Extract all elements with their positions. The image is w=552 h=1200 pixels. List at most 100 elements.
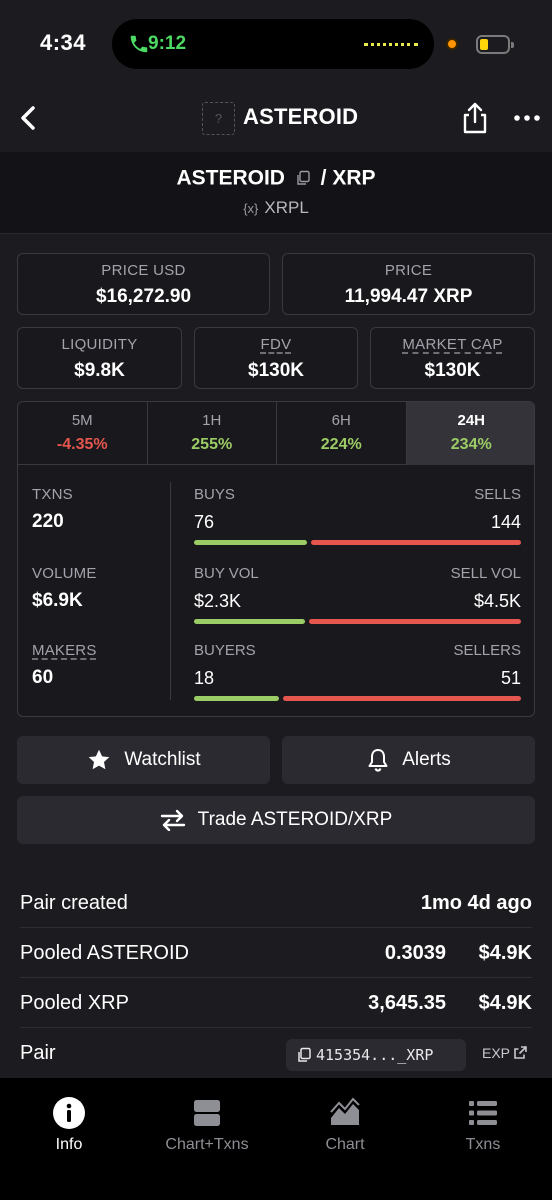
fdv-label: FDV [260, 336, 292, 353]
info-icon [53, 1097, 85, 1129]
change-1h: 255% [191, 436, 233, 453]
chain-icon: {x} [243, 201, 259, 216]
pooled-base-amount: 0.3039 [384, 942, 446, 964]
list-icon [469, 1101, 497, 1125]
sell-vol-bar-segment [309, 619, 521, 624]
pair-created-row: Pair created 1mo 4d ago [20, 878, 532, 928]
buys-sells-bar [194, 540, 521, 545]
battery-icon [476, 35, 514, 54]
buys-label: BUYS [194, 486, 235, 503]
market-cap-box[interactable]: MARKET CAP $130K [370, 327, 535, 389]
alerts-button[interactable]: Alerts [282, 736, 535, 784]
fdv-value: $130K [248, 360, 304, 381]
sells-bar-segment [311, 540, 521, 545]
pooled-base-usd: $4.9K [478, 942, 532, 964]
buyers-value: 18 [194, 668, 215, 688]
price-usd-value: $16,272.90 [95, 286, 192, 307]
tab-6h[interactable]: 6H 224% [277, 402, 407, 465]
buy-sell-volume-bar [194, 619, 521, 624]
copy-icon[interactable] [295, 170, 311, 186]
buys-value: 76 [194, 512, 215, 532]
tab-chart-label: Chart [325, 1136, 365, 1153]
tab-info-label: Info [55, 1136, 83, 1153]
nav-bar: ? ASTEROID [0, 86, 552, 152]
token-avatar: ? [202, 102, 235, 135]
price-usd-box: PRICE USD $16,272.90 [17, 253, 270, 315]
call-duration: 9:12 [148, 33, 187, 54]
tab-5m[interactable]: 5M -4.35% [18, 402, 148, 465]
star-icon [89, 749, 110, 770]
back-chevron-icon[interactable] [14, 100, 46, 136]
explorer-link[interactable]: EXP [482, 1045, 528, 1061]
tab-1h[interactable]: 1H 255% [148, 402, 277, 465]
sellers-label: SELLERS [453, 642, 521, 659]
tab-chart[interactable]: Chart [276, 1096, 414, 1154]
quote-token-symbol: XRP [332, 166, 376, 190]
buy-vol-bar-segment [194, 619, 305, 624]
pair-created-label: Pair created [20, 892, 128, 914]
pair-separator: / [320, 166, 327, 190]
area-chart-icon [330, 1097, 360, 1125]
sellers-bar-segment [283, 696, 521, 701]
pair-address-label: Pair [20, 1042, 56, 1064]
tab-24h[interactable]: 24H 234% [406, 402, 534, 465]
price-native-box: PRICE 11,994.47 XRP [282, 253, 535, 315]
base-token-symbol: ASTEROID [176, 166, 285, 190]
makers-value: 60 [32, 667, 54, 688]
pooled-quote-row: Pooled XRP 3,645.35 $4.9K [20, 978, 532, 1028]
fdv-box[interactable]: FDV $130K [194, 327, 358, 389]
buys-bar-segment [194, 540, 307, 545]
liquidity-box: LIQUIDITY $9.8K [17, 327, 182, 389]
pair-address-chip[interactable]: 415354..._XRP [286, 1039, 466, 1071]
market-cap-value: $130K [424, 360, 481, 381]
copy-icon [298, 1047, 311, 1062]
buyers-sellers-bar [194, 696, 521, 701]
chain-name: XRPL [264, 198, 309, 217]
change-5m: -4.35% [56, 436, 108, 453]
tab-txns-label: Txns [465, 1136, 501, 1153]
price-native-value: 11,994.47 XRP [344, 286, 473, 307]
chain-label: {x} XRPL [0, 198, 552, 218]
external-link-icon [514, 1046, 527, 1059]
stats-panel: 5M -4.35% 1H 255% 6H 224% 24H 234% TXNS … [17, 401, 535, 717]
makers-label: MAKERS [32, 642, 97, 659]
microphone-indicator-icon [446, 38, 458, 50]
status-bar: 4:34 9:12 [0, 0, 552, 86]
change-24h: 234% [450, 436, 492, 453]
price-native-label: PRICE [384, 262, 433, 279]
buyers-label: BUYERS [194, 642, 256, 659]
pair-created-value: 1mo 4d ago [420, 892, 532, 914]
dynamic-island[interactable]: 9:12 [112, 19, 434, 69]
column-divider [170, 482, 171, 700]
tab-chart-txns-label: Chart+Txns [165, 1136, 249, 1153]
txns-value: 220 [32, 511, 64, 532]
trade-button[interactable]: Trade ASTEROID/XRP [17, 796, 535, 844]
pair-address-value: 415354..._XRP [316, 1046, 434, 1064]
phone-icon [130, 35, 148, 53]
swap-arrows-icon [160, 809, 185, 831]
timeframe-tabs: 5M -4.35% 1H 255% 6H 224% 24H 234% [18, 402, 534, 465]
pooled-quote-usd: $4.9K [478, 992, 532, 1014]
tab-chart-txns[interactable]: Chart+Txns [138, 1096, 276, 1154]
split-view-icon [194, 1100, 220, 1126]
share-icon[interactable] [460, 100, 490, 136]
pooled-quote-label: Pooled XRP [20, 992, 129, 1014]
buy-vol-value: $2.3K [194, 591, 242, 611]
sell-vol-label: SELL VOL [450, 565, 521, 582]
txns-label: TXNS [32, 486, 73, 503]
status-time: 4:34 [40, 30, 87, 55]
price-usd-label: PRICE USD [101, 262, 186, 279]
tab-info[interactable]: Info [0, 1096, 138, 1154]
alerts-label: Alerts [402, 749, 451, 770]
audio-waveform-icon [364, 43, 418, 46]
tab-txns[interactable]: Txns [414, 1096, 552, 1154]
watchlist-button[interactable]: Watchlist [17, 736, 270, 784]
trade-label: Trade ASTEROID/XRP [197, 809, 393, 830]
more-options-icon[interactable] [512, 108, 542, 128]
change-6h: 224% [320, 436, 362, 453]
bell-icon [368, 749, 388, 772]
volume-value: $6.9K [32, 590, 83, 611]
market-cap-label: MARKET CAP [402, 336, 503, 353]
bottom-tab-bar: Info Chart+Txns Chart Txns [0, 1078, 552, 1200]
pooled-quote-amount: 3,645.35 [368, 992, 446, 1014]
